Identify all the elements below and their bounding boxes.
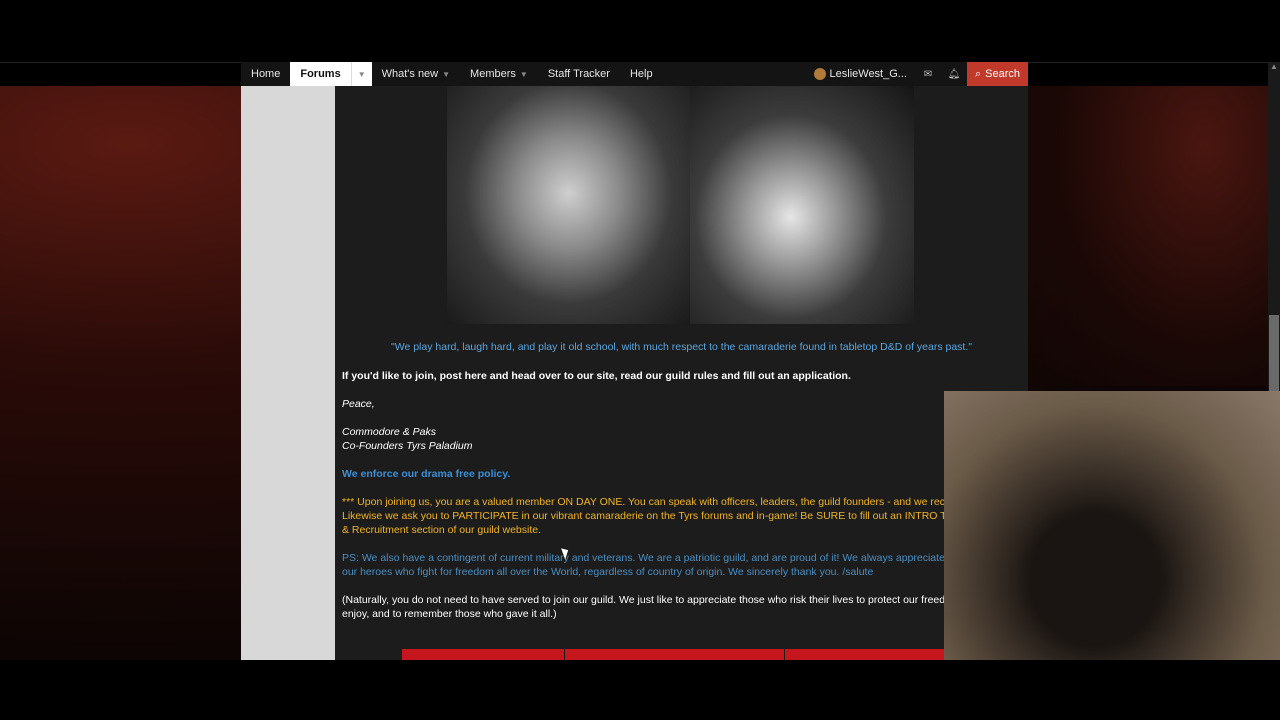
forum-nav-bar: Home Forums ▼ What's new ▼ Members ▼ Staff… — [241, 62, 1028, 86]
guild-banner-1 — [402, 649, 564, 660]
nav-members[interactable]: Members ▼ — [460, 62, 538, 86]
nav-forums[interactable]: Forums — [290, 62, 351, 86]
founder-photo-2 — [690, 86, 914, 324]
scrollbar-thumb[interactable] — [1269, 315, 1279, 393]
search-icon: ⌕ — [974, 67, 982, 80]
page-background-glow — [1028, 86, 1280, 386]
nav-members-label: Members — [470, 68, 516, 80]
join-line: If you'd like to join, post here and hea… — [342, 370, 851, 382]
forums-dropdown-icon[interactable]: ▼ — [350, 62, 372, 86]
user-menu[interactable]: LeslieWest_G... — [806, 62, 915, 86]
ps-line-1: PS: We also have a contingent of current… — [342, 552, 958, 564]
bell-icon[interactable]: 🔔︎ — [941, 62, 967, 86]
envelope-icon[interactable]: ✉ — [915, 62, 941, 86]
nav-whats-new-label: What's new — [381, 68, 439, 80]
post-content: "We play hard, laugh hard, and play it o… — [335, 86, 1028, 660]
nav-help[interactable]: Help — [620, 62, 663, 86]
webcam-overlay — [944, 391, 1280, 660]
left-sidebar — [241, 86, 335, 660]
ps-line-2: our heroes who fight for freedom all ove… — [342, 566, 874, 578]
joining-line-1: *** Upon joining us, you are a valued me… — [342, 496, 960, 508]
avatar — [813, 68, 826, 80]
search-label: Search — [985, 68, 1020, 80]
signature-title: Co-Founders Tyrs Paladium — [342, 440, 473, 452]
nav-whats-new[interactable]: What's new ▼ — [372, 62, 460, 86]
nav-staff-tracker[interactable]: Staff Tracker — [538, 62, 620, 86]
chevron-down-icon: ▼ — [442, 69, 451, 79]
guild-quote: "We play hard, laugh hard, and play it o… — [391, 341, 972, 353]
drama-policy: We enforce our drama free policy. — [342, 468, 511, 480]
guild-banner-2 — [565, 649, 784, 660]
search-button[interactable]: ⌕ Search — [966, 62, 1028, 86]
signature-names: Commodore & Paks — [342, 426, 436, 438]
natural-line-2: enjoy, and to remember those who gave it… — [342, 608, 557, 620]
founder-photo-1 — [447, 86, 690, 324]
peace-text: Peace, — [342, 398, 375, 410]
natural-line-1: (Naturally, you do not need to have serv… — [342, 594, 946, 606]
scroll-up-icon[interactable]: ▲ — [1269, 62, 1279, 74]
nav-home[interactable]: Home — [241, 62, 290, 86]
top-black-bar — [0, 0, 1280, 63]
joining-line-3: & Recruitment section of our guild websi… — [342, 524, 542, 536]
joining-line-2: Likewise we ask you to PARTICIPATE in ou… — [342, 510, 976, 522]
username: LeslieWest_G... — [829, 68, 907, 80]
nav-user-area: LeslieWest_G... ✉ 🔔︎ ⌕ Search — [806, 62, 1028, 86]
chevron-down-icon: ▼ — [519, 69, 528, 79]
